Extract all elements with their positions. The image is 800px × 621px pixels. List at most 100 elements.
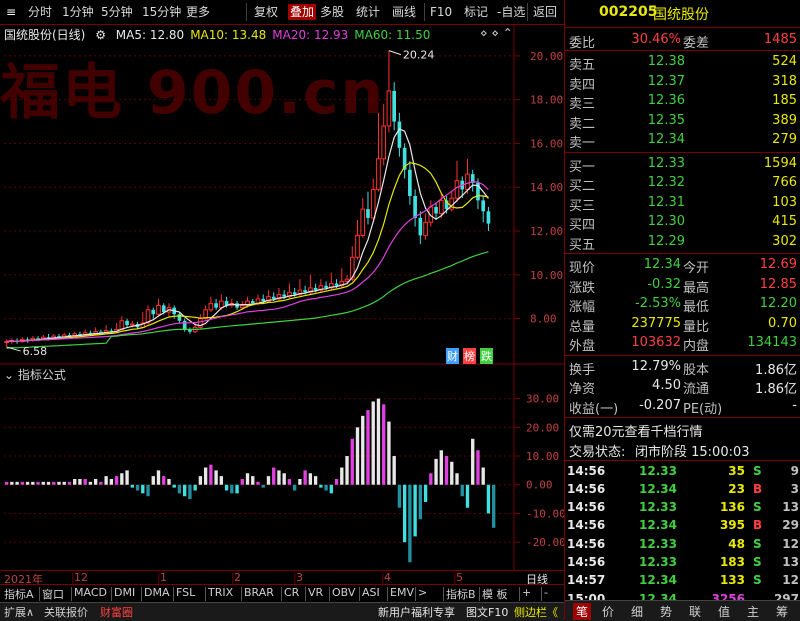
fin-value: -	[792, 397, 797, 413]
indicator-tab-0[interactable]: 指标A	[4, 586, 34, 602]
book-level-label: 买三	[569, 198, 596, 214]
orderbook-row[interactable]: 卖三 12.36 185	[565, 91, 800, 112]
indicator-tab-12[interactable]: EMV	[390, 586, 414, 599]
indicator-tab-17[interactable]: -	[544, 586, 548, 599]
stat-value: 12.20	[759, 296, 797, 311]
y-tick-label: 8.00	[530, 313, 557, 326]
cbz-tag-2[interactable]: 跌	[480, 348, 493, 364]
tick-count: 13	[782, 555, 799, 569]
tick-volume: 133	[719, 573, 745, 588]
settings-icon[interactable]: ⚙	[95, 28, 110, 42]
indicator-tab-8[interactable]: CR	[284, 586, 299, 599]
toolbar-item-12[interactable]: -自选	[497, 4, 525, 20]
orderbook-row[interactable]: 卖一 12.34 279	[565, 130, 800, 151]
detail-tab-2[interactable]: 细	[631, 603, 643, 620]
indicator-bar	[361, 415, 365, 485]
stats-row: 外盘 103632 内盘 134143	[565, 333, 800, 354]
indicator-tab-5[interactable]: FSL	[176, 586, 195, 599]
indicator-title[interactable]: ⌄ 指标公式	[4, 366, 66, 383]
detail-tab-6[interactable]: 主	[747, 603, 759, 620]
x-tick-label: 4	[384, 571, 391, 584]
fin-value: 1.86亿	[755, 382, 797, 397]
orderbook-row[interactable]: 卖二 12.35 389	[565, 111, 800, 132]
orderbook-row[interactable]: 买一 12.33 1594	[565, 154, 800, 175]
indicator-tab-4[interactable]: DMA	[144, 586, 170, 599]
indicator-tab-2[interactable]: MACD	[74, 586, 107, 599]
detail-tab-5[interactable]: 值	[718, 603, 730, 620]
candle-body	[177, 314, 182, 321]
indicator-bar	[125, 470, 129, 485]
candle-body	[156, 304, 161, 315]
toolbar-item-9[interactable]: 画线	[392, 4, 416, 20]
indicator-tab-13[interactable]: >	[418, 586, 427, 599]
orderbook-row[interactable]: 买五 12.29 302	[565, 232, 800, 253]
status-right-2[interactable]: 侧边栏《	[514, 604, 558, 620]
indicator-bar	[177, 484, 182, 494]
indicator-bar	[256, 481, 260, 485]
indicator-bar	[203, 467, 208, 485]
indicator-tab-9[interactable]: VR	[308, 586, 323, 599]
orderbook-row[interactable]: 买四 12.30 415	[565, 212, 800, 233]
indicator-tab-1[interactable]: 窗口	[42, 586, 64, 602]
status-right-1[interactable]: 图文F10	[466, 604, 508, 620]
fin-row: 收益(一) -0.207 PE(动) -	[565, 396, 800, 417]
toolbar-item-1[interactable]: 1分钟	[62, 4, 94, 20]
candle-body	[381, 125, 387, 160]
indicator-tab-11[interactable]: ASI	[362, 586, 380, 599]
status-right-0[interactable]: 新用户福利专享	[378, 604, 455, 620]
detail-tab-1[interactable]: 价	[602, 603, 614, 620]
indicator-tab-6[interactable]: TRIX	[208, 586, 233, 599]
cbz-tag-1[interactable]: 榜	[463, 348, 476, 364]
toolbar-item-8[interactable]: 统计	[356, 4, 380, 20]
toolbar-item-3[interactable]: 15分钟	[142, 4, 181, 20]
cbz-tag-0[interactable]: 财	[446, 348, 459, 364]
toolbar-item-10[interactable]: F10	[430, 4, 452, 20]
indicator-tab-3[interactable]: DMI	[114, 586, 135, 599]
indicator-bar	[240, 479, 244, 485]
indicator-tab-7[interactable]: BRAR	[244, 586, 274, 599]
kline-chart-area[interactable]: 福电 900.cn 20.00 18.00 16.00 14.00 12.00 10.00…	[0, 24, 564, 570]
indicator-bar	[429, 473, 433, 485]
status-left-2[interactable]: 财富圈	[100, 604, 133, 620]
indicator-bar	[151, 476, 155, 485]
indicator-bar	[340, 467, 344, 485]
orderbook-row[interactable]: 买二 12.32 766	[565, 173, 800, 194]
fin-row: 净资 4.50 流通 1.86亿	[565, 376, 800, 397]
detail-tab-4[interactable]: 联	[689, 603, 701, 620]
promo-row[interactable]: 仅需20元查看千档行情	[565, 419, 800, 440]
kline-chart-svg[interactable]: 20.00 18.00 16.00 14.00 12.00 10.00 8.00 30.00 2…	[0, 24, 564, 570]
legend-more-icon[interactable]: ⋄ ⋄ ⌃	[480, 26, 513, 40]
indicator-tab-10[interactable]: OBV	[332, 586, 355, 599]
indicator-bar	[135, 484, 140, 491]
candle-body	[208, 302, 214, 311]
toolbar-item-5[interactable]: 复权	[254, 4, 278, 20]
candle-body	[413, 196, 417, 218]
indicator-bar	[382, 404, 386, 485]
indicator-bar	[146, 484, 150, 497]
indicator-tab-15[interactable]: 模 板	[482, 586, 508, 602]
toolbar-item-4[interactable]: 更多	[186, 4, 210, 20]
toolbar-item-7[interactable]: 多股	[320, 4, 344, 20]
orderbook-row[interactable]: 卖五 12.38 524	[565, 52, 800, 73]
stat-value: 103632	[631, 335, 681, 350]
status-left-0[interactable]: 扩展∧	[4, 604, 34, 620]
toolbar-item-11[interactable]: 标记	[464, 4, 488, 20]
indicator-bar	[235, 484, 239, 494]
toolbar-item-6[interactable]: 叠加	[288, 4, 317, 20]
indicator-tab-14[interactable]: 指标B	[446, 586, 476, 602]
tick-price: 12.34	[639, 518, 677, 533]
menu-icon[interactable]: ≡	[6, 4, 16, 20]
promo-link[interactable]: 仅需20元查看千档行情	[569, 421, 703, 440]
detail-tab-7[interactable]: 筹	[776, 603, 788, 620]
orderbook-row[interactable]: 卖四 12.37 318	[565, 72, 800, 93]
book-level-label: 卖一	[569, 136, 596, 151]
toolbar-item-13[interactable]: 返回	[533, 4, 557, 20]
toolbar-item-2[interactable]: 5分钟	[101, 4, 133, 20]
detail-tab-3[interactable]: 势	[660, 603, 672, 620]
toolbar-item-0[interactable]: 分时	[28, 4, 52, 20]
detail-tab-0[interactable]: 笔	[573, 603, 592, 620]
indicator-bar	[402, 484, 407, 543]
status-left-1[interactable]: 关联报价	[44, 604, 88, 620]
indicator-tab-16[interactable]: +	[522, 586, 531, 599]
orderbook-row[interactable]: 买三 12.31 103	[565, 193, 800, 214]
